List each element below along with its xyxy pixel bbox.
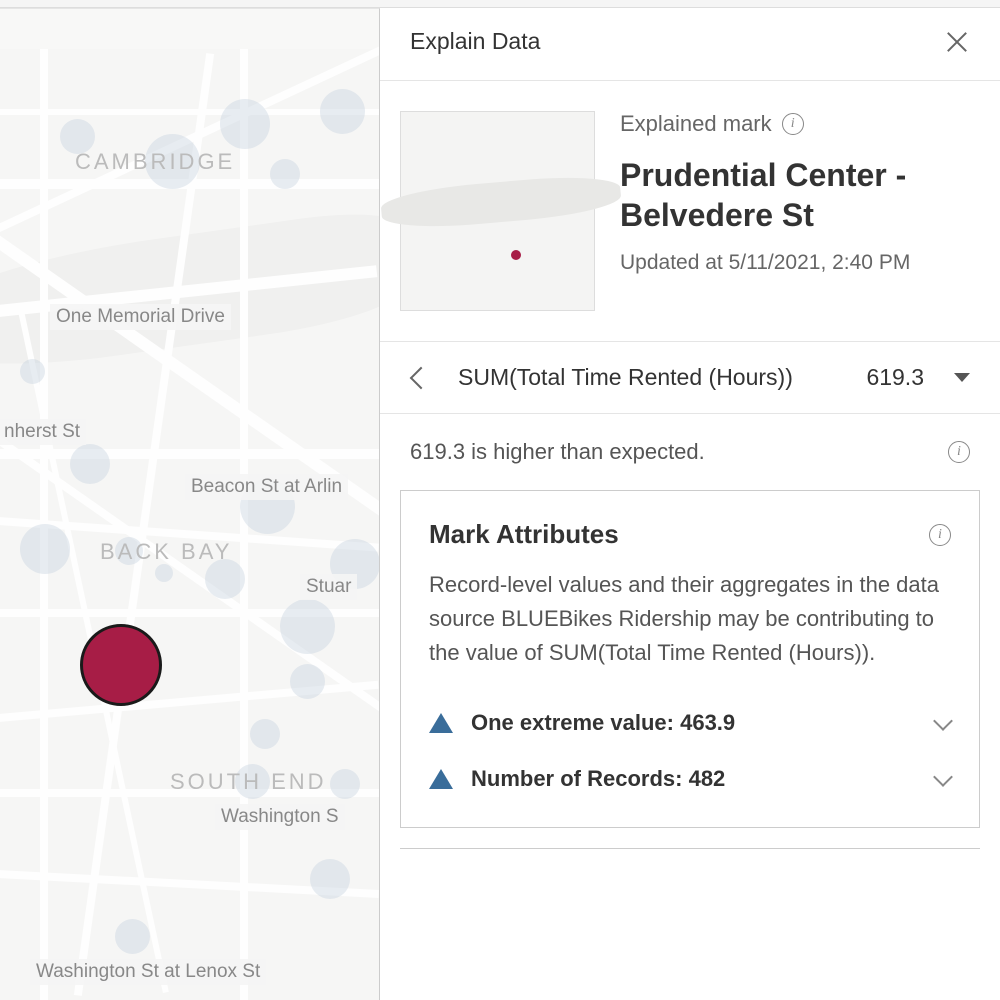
mark-name: Prudential Center - Belvedere St (620, 155, 970, 235)
explained-mark-label-row: Explained mark i (620, 111, 970, 137)
back-icon[interactable] (410, 366, 424, 390)
map-label-beacon: Beacon St at Arlin (185, 474, 348, 500)
panel-title: Explain Data (410, 28, 540, 55)
info-icon[interactable]: i (948, 441, 970, 463)
neighborhood-south-end: SOUTH END (170, 769, 327, 795)
close-icon[interactable] (944, 29, 970, 55)
triangle-up-icon (429, 769, 453, 789)
dropdown-caret-icon[interactable] (954, 373, 970, 382)
info-icon[interactable]: i (929, 524, 951, 546)
main-area: CAMBRIDGE BACK BAY SOUTH END One Memoria… (0, 8, 1000, 1000)
measure-value: 619.3 (866, 364, 924, 391)
attribute-row-record-count[interactable]: Number of Records: 482 (429, 751, 951, 807)
measure-name: SUM(Total Time Rented (Hours)) (444, 364, 846, 391)
explanation-summary: 619.3 is higher than expected. i (380, 414, 1000, 470)
attribute-row-extreme-value[interactable]: One extreme value: 463.9 (429, 695, 951, 751)
mark-attributes-card: Mark Attributes i Record-level values an… (400, 490, 980, 828)
mark-info: Explained mark i Prudential Center - Bel… (620, 111, 970, 311)
selected-mark[interactable] (80, 624, 162, 706)
triangle-up-icon (429, 713, 453, 733)
map-label-washington-lenox: Washington St at Lenox St (30, 959, 266, 985)
attribute-text: Number of Records: 482 (471, 766, 917, 792)
chevron-down-icon (935, 774, 951, 784)
card-title: Mark Attributes (429, 519, 619, 550)
panel-header: Explain Data (380, 8, 1000, 81)
thumbnail-mark-dot (511, 250, 521, 260)
card-header: Mark Attributes i (429, 519, 951, 550)
map-label-amherst: nherst St (0, 419, 86, 445)
window-top-bar (0, 0, 1000, 8)
updated-timestamp: Updated at 5/11/2021, 2:40 PM (620, 251, 970, 275)
next-card-peek (400, 848, 980, 856)
explain-data-panel: Explain Data Explained mark i Prudential… (380, 8, 1000, 1000)
map-visualization[interactable]: CAMBRIDGE BACK BAY SOUTH END One Memoria… (0, 8, 380, 1000)
neighborhood-back-bay: BACK BAY (100, 539, 232, 565)
explanation-text: 619.3 is higher than expected. (410, 439, 705, 465)
explained-mark-label: Explained mark (620, 111, 772, 137)
info-icon[interactable]: i (782, 113, 804, 135)
map-canvas: CAMBRIDGE BACK BAY SOUTH END One Memoria… (0, 49, 379, 1000)
measure-selector[interactable]: SUM(Total Time Rented (Hours)) 619.3 (380, 342, 1000, 414)
map-label-washington: Washington S (215, 804, 345, 830)
neighborhood-cambridge: CAMBRIDGE (75, 149, 235, 175)
chevron-down-icon (935, 718, 951, 728)
map-label-one-memorial: One Memorial Drive (50, 304, 231, 330)
attribute-text: One extreme value: 463.9 (471, 710, 917, 736)
map-label-stuart: Stuar (300, 574, 357, 600)
card-description: Record-level values and their aggregates… (429, 568, 951, 670)
mark-thumbnail[interactable] (400, 111, 595, 311)
explained-mark-section: Explained mark i Prudential Center - Bel… (380, 81, 1000, 342)
